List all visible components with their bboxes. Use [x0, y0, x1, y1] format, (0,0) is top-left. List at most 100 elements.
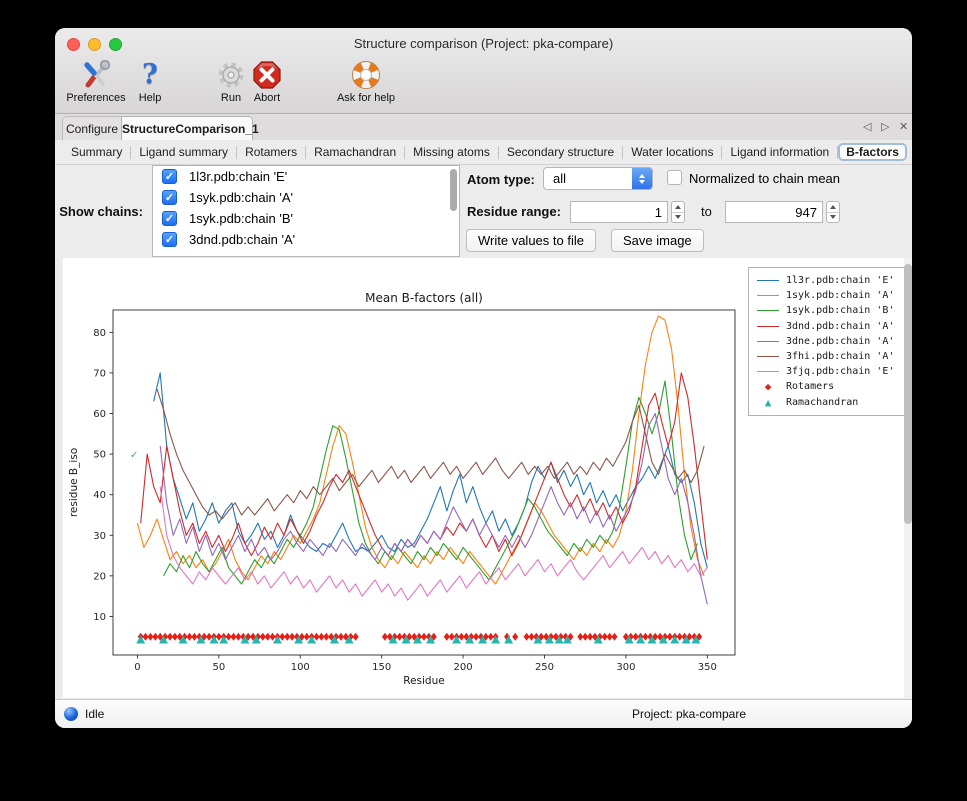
residue-range-label: Residue range:	[467, 204, 561, 219]
tab-ligand-summary[interactable]: Ligand summary	[131, 143, 236, 161]
legend-label: 3fjq.pdb:chain 'E'	[786, 366, 894, 377]
chain-checkbox[interactable]: ✓	[162, 232, 177, 247]
status-sphere-icon	[64, 707, 78, 721]
chain-checkbox[interactable]: ✓	[162, 169, 177, 184]
normalized-label: Normalized to chain mean	[689, 171, 840, 186]
tab-back-arrow-icon[interactable]: ◁	[863, 120, 871, 134]
legend-entry-3dne-pdb-chain-a: 3dne.pdb:chain 'A'	[757, 334, 896, 349]
project-label: Project: pka-compare	[632, 707, 746, 721]
atom-type-label: Atom type:	[467, 172, 535, 187]
toolbar-preferences-button[interactable]: Preferences	[60, 58, 132, 104]
titlebar-toolbar: Structure comparison (Project: pka-compa…	[55, 28, 912, 114]
tab-structurecomparison-1[interactable]: StructureComparison_1	[121, 116, 253, 140]
legend-entry-1syk-pdb-chain-a: 1syk.pdb:chain 'A'	[757, 288, 896, 303]
chain-list-scrollbar[interactable]	[450, 169, 457, 211]
x-tick-label: 300	[616, 662, 635, 673]
toolbar-ask-for-help-button[interactable]: Ask for help	[332, 58, 400, 104]
residue-to-input[interactable]	[725, 201, 823, 223]
legend-label: 3dnd.pdb:chain 'A'	[786, 321, 894, 332]
normalized-checkbox[interactable]	[667, 170, 682, 185]
legend-entry-3dnd-pdb-chain-a: 3dnd.pdb:chain 'A'	[757, 319, 896, 334]
panel-scrollbar-thumb[interactable]	[904, 264, 912, 524]
tab-ramachandran[interactable]: Ramachandran	[306, 143, 404, 161]
save-image-button[interactable]: Save image	[611, 229, 704, 252]
legend-swatch	[757, 356, 779, 357]
y-axis-label: residue B_iso	[68, 448, 80, 517]
residue-to-stepper[interactable]	[826, 201, 840, 223]
tab-b-factors[interactable]: B-factors	[838, 143, 907, 161]
residue-from-input[interactable]	[570, 201, 668, 223]
legend-swatch	[757, 371, 779, 372]
x-tick-label: 200	[454, 662, 473, 673]
legend-entry-1syk-pdb-chain-b: 1syk.pdb:chain 'B'	[757, 303, 896, 318]
select-stepper-icon	[632, 168, 652, 189]
diamond-icon: ◆	[765, 381, 772, 392]
legend-label: 3fhi.pdb:chain 'A'	[786, 351, 894, 362]
chain-row[interactable]: ✓1syk.pdb:chain 'A'	[153, 187, 459, 208]
y-tick-label: 60	[93, 409, 106, 420]
x-tick-label: 350	[698, 662, 717, 673]
residue-from-stepper[interactable]	[671, 201, 685, 223]
legend-swatch	[757, 310, 779, 311]
y-tick-label: 20	[93, 571, 106, 582]
tab-close-icon[interactable]: ✕	[899, 120, 908, 134]
chain-checkbox[interactable]: ✓	[162, 190, 177, 205]
legend-entry-1l3r-pdb-chain-e: 1l3r.pdb:chain 'E'	[757, 273, 896, 288]
tab-ligand-information[interactable]: Ligand information	[722, 143, 837, 161]
toolbar-abort-button[interactable]: Abort	[244, 58, 290, 104]
app-window: Structure comparison (Project: pka-compa…	[55, 28, 912, 728]
chain-label: 3dnd.pdb:chain 'A'	[189, 232, 295, 247]
tools-icon	[60, 58, 132, 91]
tab-forward-arrow-icon[interactable]: ▷	[881, 120, 889, 134]
chain-label: 1syk.pdb:chain 'B'	[189, 211, 293, 226]
legend-label: 1l3r.pdb:chain 'E'	[786, 275, 894, 286]
to-label: to	[701, 204, 712, 219]
chain-row[interactable]: ✓ 3dnd.pdb:chain 'A'	[153, 229, 459, 250]
lifebuoy-icon	[332, 58, 400, 91]
chain-list[interactable]: ✓1l3r.pdb:chain 'E'✓1syk.pdb:chain 'A'✓1…	[152, 165, 460, 257]
tab-water-locations[interactable]: Water locations	[623, 143, 721, 161]
tab-configure[interactable]: Configure	[62, 116, 122, 140]
status-bar: Idle Project: pka-compare	[55, 699, 912, 728]
check-marker: ✓	[130, 450, 138, 461]
tab-summary[interactable]: Summary	[63, 143, 130, 161]
legend-swatch	[757, 295, 779, 296]
chain-row[interactable]: ✓ 1syk.pdb:chain 'B'	[153, 208, 459, 229]
atom-type-select[interactable]: all	[543, 167, 653, 190]
atom-type-value: all	[544, 171, 632, 186]
legend-label: 1syk.pdb:chain 'A'	[786, 290, 894, 301]
y-tick-label: 10	[93, 612, 106, 623]
toolbar-help-button[interactable]: ? Help	[127, 58, 173, 104]
legend-swatch	[757, 341, 779, 342]
legend-swatch: ◆	[757, 381, 779, 392]
sub-tab-bar: SummaryLigand summaryRotamersRamachandra…	[55, 140, 912, 165]
x-tick-label: 50	[212, 662, 225, 673]
legend-swatch: ▲	[757, 397, 779, 408]
tab-secondary-structure[interactable]: Secondary structure	[499, 143, 622, 161]
chain-row[interactable]: ✓ 1l3r.pdb:chain 'E'	[153, 166, 459, 187]
write-values-button[interactable]: Write values to file	[466, 229, 596, 252]
chain-label: 1l3r.pdb:chain 'E'	[189, 169, 287, 184]
chart-legend: 1l3r.pdb:chain 'E' 1syk.pdb:chain 'A' 1syk…	[748, 267, 905, 416]
question-icon: ?	[127, 58, 173, 91]
chart-panel: 0501001502002503003501020304050607080Mea…	[63, 258, 912, 698]
y-tick-label: 40	[93, 490, 106, 501]
legend-entry-rotamers: ◆Rotamers	[757, 379, 896, 394]
tab-rotamers[interactable]: Rotamers	[237, 143, 305, 161]
main-tab-bar: Configure StructureComparison_1 ◁ ▷ ✕	[55, 114, 912, 141]
x-tick-label: 150	[372, 662, 391, 673]
bfactor-controls: Show chains: ✓1l3r.pdb:chain 'E'✓1syk.pd…	[55, 165, 912, 258]
plot-area	[113, 310, 735, 655]
toolbar-label: Help	[127, 92, 173, 104]
chart-title: Mean B-factors (all)	[365, 291, 483, 305]
legend-entry-3fjq-pdb-chain-e: 3fjq.pdb:chain 'E'	[757, 364, 896, 379]
chain-checkbox[interactable]: ✓	[162, 211, 177, 226]
y-tick-label: 30	[93, 531, 106, 542]
tab-missing-atoms[interactable]: Missing atoms	[405, 143, 498, 161]
legend-entry-3fhi-pdb-chain-a: 3fhi.pdb:chain 'A'	[757, 349, 896, 364]
legend-swatch	[757, 326, 779, 327]
abort-icon	[244, 58, 290, 91]
legend-entry-ramachandran: ▲Ramachandran	[757, 395, 896, 410]
y-tick-label: 80	[93, 328, 106, 339]
show-chains-label: Show chains:	[59, 204, 143, 219]
